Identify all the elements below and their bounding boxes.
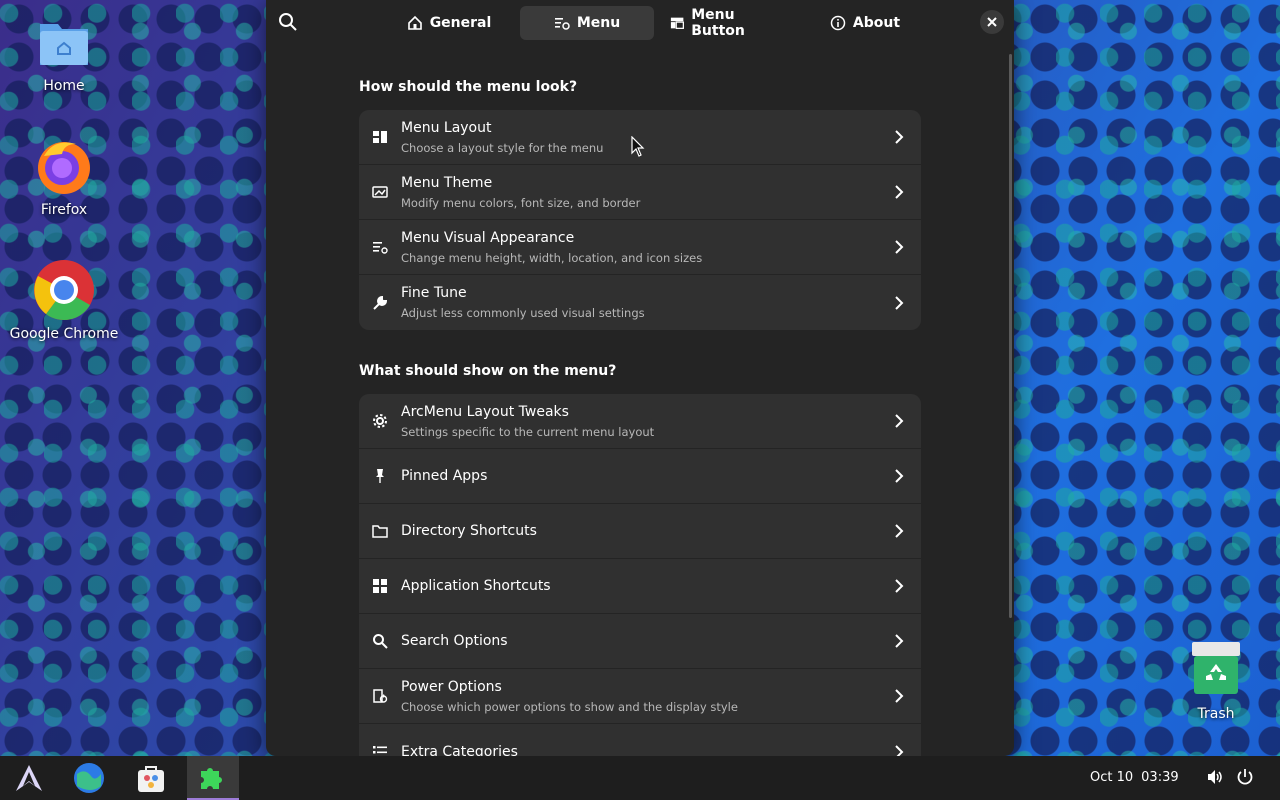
system-tray[interactable] [1206,768,1254,786]
row-title: Extra Categories [401,743,518,757]
layout-icon [373,131,387,143]
desktop-icon-home[interactable]: Home [4,10,124,94]
close-button[interactable] [980,10,1004,34]
tab-about[interactable]: About [798,6,932,40]
taskbar-extensions[interactable] [187,756,239,800]
tab-menu[interactable]: Menu [520,6,654,40]
headerbar: General Menu Menu Button About [266,0,1014,46]
row-layout-tweaks[interactable]: ArcMenu Layout Tweaks Settings specific t… [359,394,921,449]
menu-settings-icon [554,18,570,30]
row-menu-visual-appearance[interactable]: Menu Visual Appearance Change menu height… [359,220,921,275]
taskbar-software-store[interactable] [125,756,177,800]
desktop-icon-label: Trash [1197,706,1235,722]
desktop-icon-label: Home [43,78,85,94]
section-title: How should the menu look? [359,79,578,95]
row-subtitle: Modify menu colors, font size, and borde… [401,195,641,210]
row-title: Power Options [401,678,502,695]
row-title: Pinned Apps [401,468,488,484]
desktop-icon-trash[interactable]: Trash [1156,638,1276,722]
chevron-right-icon [895,130,904,144]
software-store-icon [138,766,164,792]
row-subtitle: Adjust less commonly used visual setting… [401,306,645,320]
row-title: Directory Shortcuts [401,523,537,539]
tab-label: Menu Button [691,7,745,39]
chrome-icon [32,258,96,322]
row-title: Menu Theme [401,174,493,191]
desktop-icon-firefox[interactable]: Firefox [4,134,124,218]
row-title: ArcMenu Layout Tweaks [401,403,569,420]
row-application-shortcuts[interactable]: Application Shortcuts [359,559,921,614]
row-subtitle: Change menu height, width, location, and… [401,250,703,265]
pin-icon [376,469,384,483]
row-title: Fine Tune [401,285,467,301]
appearance-icon [373,242,388,254]
mouse-cursor-icon [631,136,645,157]
chevron-right-icon [895,524,904,538]
list-icon [373,745,387,756]
taskbar: Oct 10 03:39 [0,756,1280,800]
row-power-options[interactable]: Power Options Choose which power options … [359,669,921,724]
tab-label: About [852,15,901,31]
tab-label: Menu [576,15,621,31]
clock[interactable]: Oct 10 03:39 [1090,756,1179,800]
chevron-right-icon [895,185,904,199]
tab-general[interactable]: General [382,6,516,40]
chevron-right-icon [895,469,904,483]
extensions-icon [201,768,222,789]
chevron-right-icon [895,240,904,254]
chevron-right-icon [895,579,904,593]
chevron-right-icon [895,634,904,648]
row-extra-categories[interactable]: Extra Categories [359,724,921,756]
clock-time: 03:39 [1141,770,1179,785]
row-search-options[interactable]: Search Options [359,614,921,669]
wrench-icon [373,295,388,310]
settings-group-show: ArcMenu Layout Tweaks Settings specific t… [359,394,921,756]
search-icon [373,634,388,649]
trash-icon [1184,638,1248,702]
tab-menu-button[interactable]: Menu Button [658,6,794,40]
desktop-icon-label: Google Chrome [9,326,119,342]
taskbar-browser[interactable] [63,756,115,800]
settings-window: General Menu Menu Button About How shoul… [266,0,1014,756]
tab-label: General [429,15,492,31]
section-title: What should show on the menu? [359,363,617,379]
chevron-right-icon [895,414,904,428]
close-icon [987,17,997,27]
arcmenu-logo-icon [16,765,42,791]
desktop-icon-chrome[interactable]: Google Chrome [4,258,124,342]
chevron-right-icon [895,689,904,703]
row-title: Menu Visual Appearance [401,229,575,246]
row-title: Search Options [401,633,508,649]
row-subtitle: Choose which power options to show and t… [401,699,738,714]
grid-icon [373,579,387,593]
home-icon [407,15,422,30]
theme-icon [372,186,388,198]
tab-bar: General Menu Menu Button About [382,6,932,40]
firefox-icon [32,134,96,198]
row-subtitle: Settings specific to the current menu la… [401,424,655,439]
row-menu-theme[interactable]: Menu Theme Modify menu colors, font size,… [359,165,921,220]
panel-icon [670,17,684,29]
arcmenu-button[interactable] [3,756,55,800]
chevron-right-icon [895,744,904,756]
volume-icon[interactable] [1206,768,1224,786]
desktop-icon-label: Firefox [40,202,88,218]
search-icon [279,13,297,31]
globe-browser-icon [74,763,104,793]
gear-icon [373,414,387,428]
row-fine-tune[interactable]: Fine Tune Adjust less commonly used visua… [359,275,921,330]
power-icon[interactable] [1236,768,1254,786]
clock-date: Oct 10 [1090,770,1134,785]
power-options-icon [373,689,388,703]
info-icon [830,15,846,31]
row-pinned-apps[interactable]: Pinned Apps [359,449,921,504]
row-directory-shortcuts[interactable]: Directory Shortcuts [359,504,921,559]
chevron-right-icon [895,295,904,310]
row-title: Application Shortcuts [401,578,551,594]
scrollbar[interactable] [1009,54,1012,618]
search-button[interactable] [276,10,300,34]
row-title: Menu Layout [401,119,492,136]
home-folder-icon [32,10,96,74]
folder-icon [372,525,388,538]
